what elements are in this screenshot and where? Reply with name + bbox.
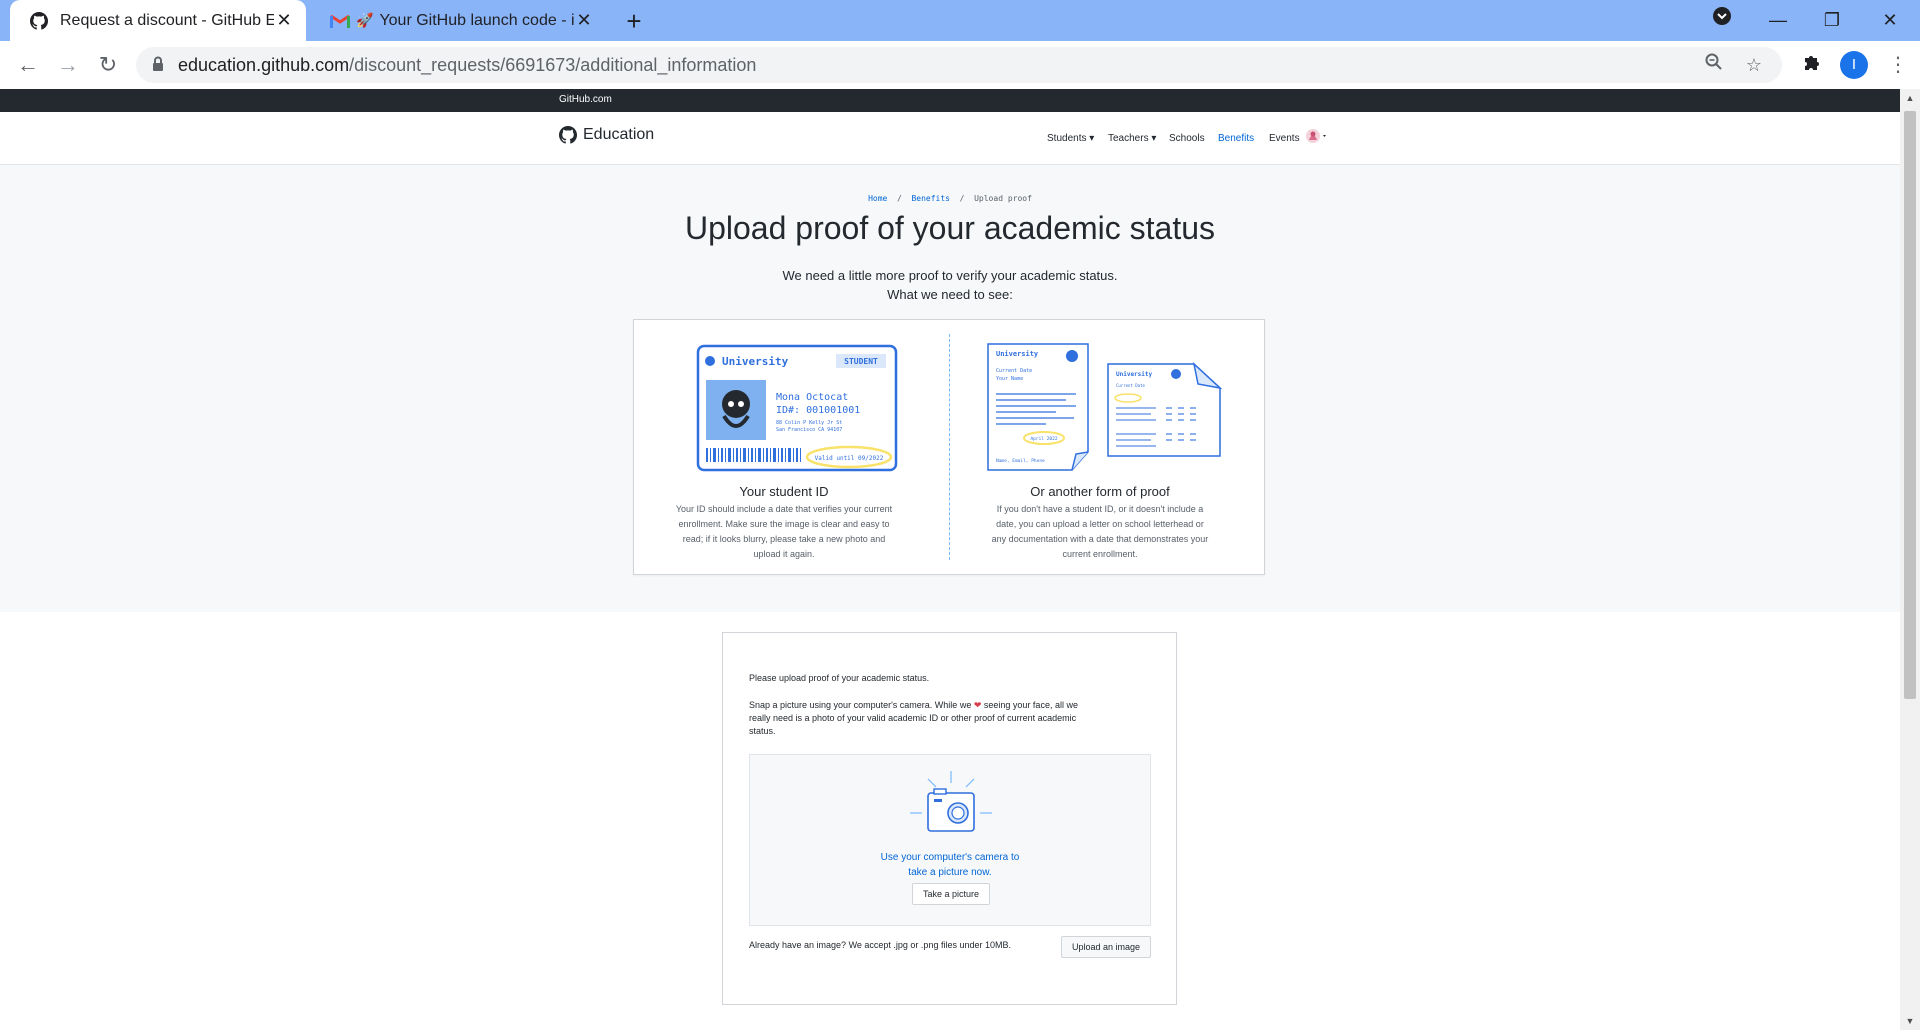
forward-arrow-icon[interactable]: → <box>52 49 84 81</box>
snap-instructions: Snap a picture using your computer's cam… <box>749 700 1078 736</box>
browser-tab-strip: Request a discount - GitHub Edu ✕ 🚀 Your… <box>0 0 1920 41</box>
page-scrollbar[interactable]: ▲ ▼ <box>1900 89 1920 1030</box>
github-com-link[interactable]: GitHub.com <box>559 94 612 105</box>
page-content: GitHub.com Education Students ▾ Teachers… <box>0 89 1900 1030</box>
url-text: education.github.com/discount_requests/6… <box>178 55 757 75</box>
camera-instructions: Use your computer's camera to take a pic… <box>880 852 1020 878</box>
svg-text:Your Name: Your Name <box>996 376 1023 382</box>
nav-events[interactable]: Events <box>1269 133 1300 144</box>
scroll-up-arrow-icon[interactable]: ▲ <box>1904 93 1916 103</box>
breadcrumb-benefits[interactable]: Benefits <box>911 194 950 203</box>
nav-students[interactable]: Students ▾ <box>1047 133 1094 144</box>
svg-text:Current Date: Current Date <box>996 368 1032 374</box>
svg-text:University: University <box>996 350 1039 358</box>
svg-text:San Francisco CA 94107: San Francisco CA 94107 <box>776 427 842 433</box>
user-avatar-icon <box>1306 129 1326 143</box>
new-tab-button[interactable]: + <box>620 7 648 35</box>
camera-capture-area[interactable]: Use your computer's camera to take a pic… <box>749 754 1151 926</box>
intro-line-2: What we need to see: <box>887 287 1013 302</box>
proof-examples-card: University STUDENT Mona Octocat ID#: 001… <box>633 319 1265 575</box>
browser-toolbar: ← → ↻ education.github.com/discount_requ… <box>0 41 1920 90</box>
hero-section: Home / Benefits / Upload proof Upload pr… <box>0 165 1900 612</box>
svg-text:University: University <box>722 355 789 368</box>
extensions-puzzle-icon[interactable] <box>1796 49 1828 81</box>
user-avatar-dropdown[interactable] <box>1306 128 1330 149</box>
minimize-window-icon[interactable]: — <box>1760 6 1796 34</box>
upload-proof-card: Please upload proof of your academic sta… <box>722 632 1177 1005</box>
scrollbar-thumb[interactable] <box>1904 111 1916 699</box>
zoom-icon[interactable] <box>1702 53 1726 77</box>
tab-title: Request a discount - GitHub Edu <box>60 11 274 29</box>
svg-text:Mona Octocat: Mona Octocat <box>776 392 848 403</box>
address-bar[interactable]: education.github.com/discount_requests/6… <box>136 47 1782 83</box>
student-id-description: Your ID should include a date that verif… <box>675 504 893 559</box>
other-proof-title: Or another form of proof <box>1030 484 1170 499</box>
camera-icon <box>910 771 992 832</box>
nav-schools[interactable]: Schools <box>1169 133 1205 144</box>
upload-prompt: Please upload proof of your academic sta… <box>749 673 930 683</box>
site-navigation: Education Students ▾ Teachers ▾ Schools … <box>0 112 1900 165</box>
file-requirements-text: Already have an image? We accept .jpg or… <box>749 940 1011 950</box>
tab-launch-code[interactable]: 🚀 Your GitHub launch code - ico ✕ <box>310 0 606 41</box>
reload-icon[interactable]: ↻ <box>92 49 124 81</box>
rocket-emoji-icon: 🚀 <box>356 12 374 28</box>
scroll-down-arrow-icon[interactable]: ▼ <box>1904 1016 1916 1026</box>
tab-request-discount[interactable]: Request a discount - GitHub Edu ✕ <box>10 0 306 41</box>
other-proof-description: If you don't have a student ID, or it do… <box>991 504 1209 559</box>
bookmark-star-icon[interactable]: ☆ <box>1742 53 1766 77</box>
close-window-icon[interactable]: ✕ <box>1872 6 1908 34</box>
back-arrow-icon[interactable]: ← <box>12 49 44 81</box>
heart-icon: ❤ <box>973 700 982 710</box>
education-logo[interactable]: Education <box>559 126 654 144</box>
breadcrumb: Home / Benefits / Upload proof <box>868 194 1032 203</box>
option-divider <box>949 334 950 560</box>
upload-image-button[interactable]: Upload an image <box>1061 936 1151 958</box>
enrollment-documents-illustration: University Current Date Your Name April … <box>987 343 1223 471</box>
take-picture-button[interactable]: Take a picture <box>912 883 990 905</box>
tab-title: Your GitHub launch code - ico <box>379 11 574 29</box>
gmail-favicon-icon <box>330 14 350 28</box>
profile-avatar[interactable]: I <box>1840 51 1868 79</box>
intro-line-1: We need a little more proof to verify yo… <box>782 268 1118 283</box>
svg-text:Valid until 09/2022: Valid until 09/2022 <box>815 455 884 462</box>
svg-text:Name, Email, Phone: Name, Email, Phone <box>996 458 1045 464</box>
lock-icon <box>153 56 163 71</box>
breadcrumb-current: Upload proof <box>974 194 1032 203</box>
nav-teachers[interactable]: Teachers ▾ <box>1108 133 1156 144</box>
student-id-title: Your student ID <box>739 484 829 499</box>
github-mark-icon <box>559 126 577 144</box>
github-top-bar: GitHub.com <box>0 89 1900 112</box>
svg-text:88 Colin P Kelly Jr St: 88 Colin P Kelly Jr St <box>776 420 842 426</box>
breadcrumb-home[interactable]: Home <box>868 194 887 203</box>
tab-search-icon[interactable] <box>1704 6 1740 34</box>
github-favicon-icon <box>30 11 48 30</box>
logo-text: Education <box>583 126 655 143</box>
svg-text:Current Date: Current Date <box>1116 383 1145 388</box>
restore-window-icon[interactable]: ❐ <box>1814 6 1850 34</box>
nav-benefits[interactable]: Benefits <box>1218 133 1254 144</box>
close-tab-icon[interactable]: ✕ <box>574 10 594 31</box>
svg-text:STUDENT: STUDENT <box>844 357 878 366</box>
svg-text:ID#: 001001001: ID#: 001001001 <box>776 405 860 416</box>
close-tab-icon[interactable]: ✕ <box>274 10 294 31</box>
svg-text:University: University <box>1116 371 1153 378</box>
svg-text:April 2022: April 2022 <box>1030 436 1057 442</box>
intro-text: We need a little more proof to verify yo… <box>0 266 1900 304</box>
browser-menu-icon[interactable]: ⋮ <box>1888 51 1908 79</box>
page-title: Upload proof of your academic status <box>684 210 1216 246</box>
student-id-card-illustration: University STUDENT Mona Octocat ID#: 001… <box>696 344 898 472</box>
